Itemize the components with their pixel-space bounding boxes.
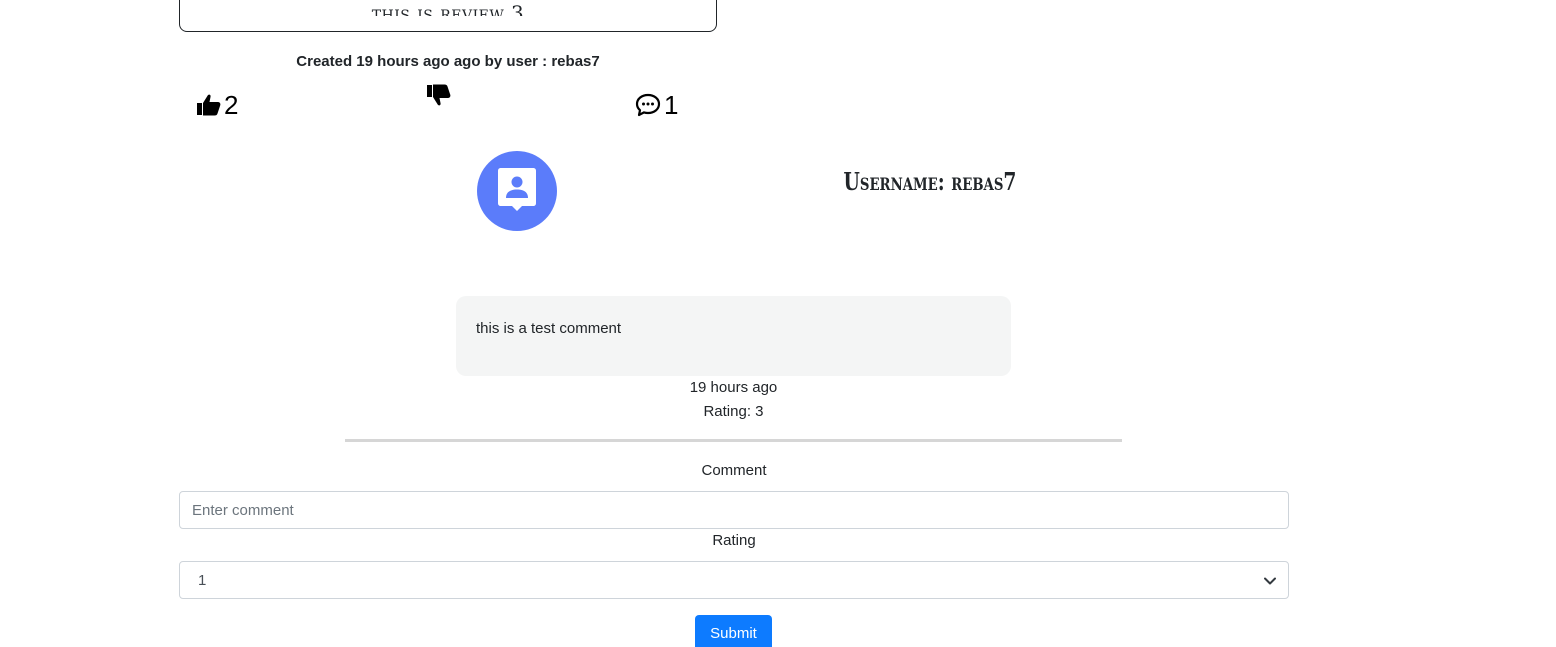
user-badge-icon [497,166,537,217]
dislike-button[interactable] [427,84,454,106]
thumbs-down-icon [427,84,451,106]
review-actions: 2 1 [179,84,717,122]
rating-select[interactable]: 1 [179,561,1289,599]
rating-select-value: 1 [198,571,207,589]
comments-button[interactable]: 1 [635,90,678,120]
rating-label: Rating [712,532,756,549]
comment-label: Comment [701,462,767,479]
comment-timestamp: 19 hours ago [689,379,778,396]
like-count: 2 [224,90,239,120]
chevron-down-icon [1264,572,1276,589]
avatar [477,151,557,231]
review-card: this is review 3 [179,0,717,32]
comment-rating: Rating: 3 [703,403,764,420]
commenter-username: Username: rebas7 [843,167,1017,196]
comment-count: 1 [664,90,679,120]
like-button[interactable]: 2 [197,90,238,120]
thumbs-up-icon [197,94,221,116]
review-title: this is review 3 [371,2,525,16]
divider [345,439,1122,442]
comment-text: this is a test comment [456,296,1011,376]
comment-bubble-icon [635,93,661,117]
review-page: this is review 3 Created 19 hours ago ag… [0,0,1556,647]
review-created-info: Created 19 hours ago ago by user : rebas… [296,53,600,70]
submit-button[interactable]: Submit [695,615,772,647]
comment-input[interactable] [179,491,1289,529]
